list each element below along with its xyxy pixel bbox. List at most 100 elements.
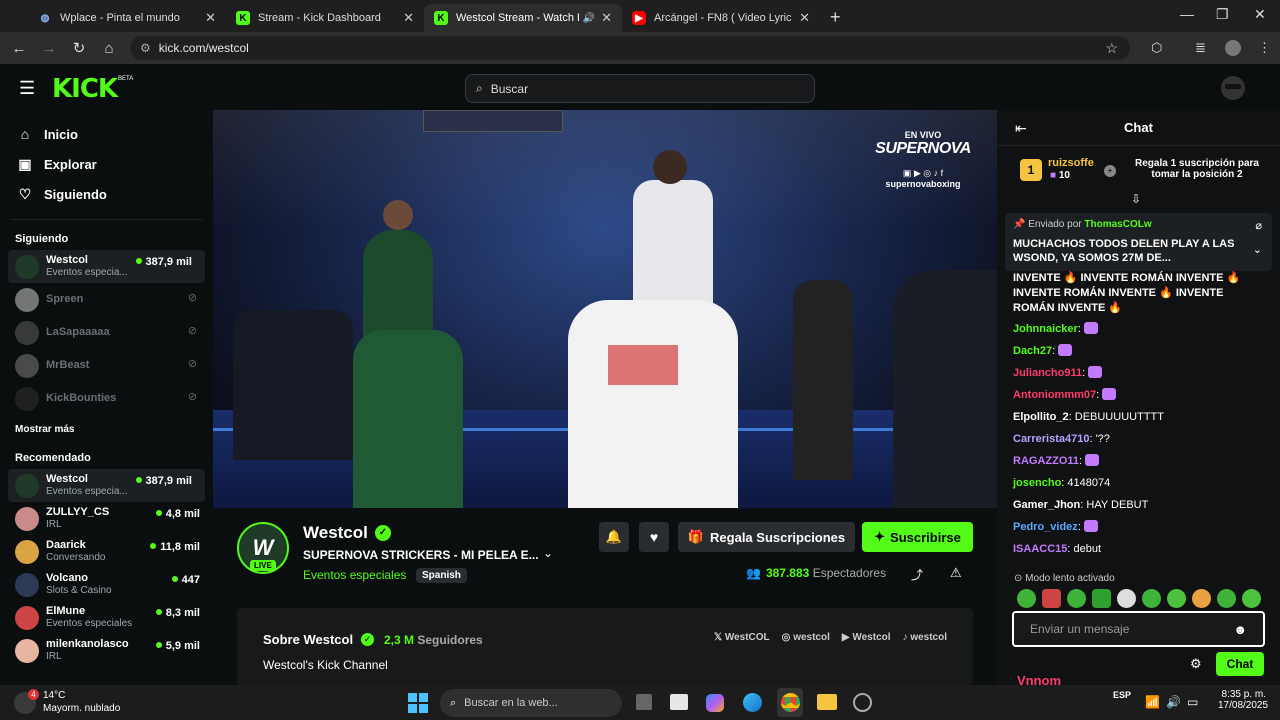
task-view-icon[interactable] — [636, 694, 652, 710]
chat-username[interactable]: Gamer_Jhon — [1013, 499, 1080, 511]
volume-icon[interactable]: 🔊 — [1166, 695, 1181, 709]
store-icon[interactable] — [670, 694, 688, 710]
chat-username[interactable]: Antoniommm07 — [1013, 389, 1096, 401]
leader-name[interactable]: ruizsoffe — [1048, 157, 1094, 169]
sidebar-channel-volcano[interactable]: Volcano Slots & Casino 447 — [0, 568, 213, 601]
emote-icon[interactable] — [1142, 589, 1161, 608]
back-icon[interactable]: ← — [4, 40, 34, 57]
search-input[interactable]: ⌕ Buscar — [465, 74, 815, 103]
home-icon[interactable]: ⌂ — [94, 40, 124, 57]
sidebar-item-siguiendo[interactable]: ♡ Siguiendo — [0, 179, 213, 209]
share-icon[interactable]: ⤴ — [911, 566, 923, 583]
chevron-down-icon[interactable]: ⌄ — [1253, 243, 1262, 256]
chat-username[interactable]: Johnnaicker — [1013, 323, 1078, 335]
speaker-icon[interactable]: 🔊 — [583, 13, 595, 24]
video-player[interactable]: EN VIVO SUPERNOVA ▣ ▶ ◎ ♪ f supernovabox… — [213, 110, 997, 508]
media-controls-icon[interactable]: ≣ — [1195, 40, 1206, 56]
emote-icon[interactable] — [1092, 589, 1111, 608]
minimize-button[interactable]: — — [1180, 6, 1194, 22]
show-more-link[interactable]: Mostrar más — [0, 419, 213, 441]
gift-subs-button[interactable]: 🎁 Regala Suscripciones — [678, 522, 855, 552]
close-tab-icon[interactable]: ✕ — [601, 10, 612, 26]
emote-icon[interactable] — [1017, 589, 1036, 608]
taskbar-search[interactable]: ⌕ Buscar en la web... — [440, 689, 622, 717]
profile-avatar[interactable] — [1225, 40, 1241, 56]
edge-icon[interactable] — [743, 693, 762, 712]
site-info-icon[interactable]: ⚙ — [140, 41, 151, 55]
chrome-icon[interactable] — [781, 693, 800, 712]
chevron-down-icon[interactable]: ⇩ — [1131, 192, 1141, 206]
maximize-button[interactable]: ❐ — [1216, 6, 1229, 23]
kick-logo[interactable]: KICK — [52, 74, 118, 104]
sidebar-channel-kickbounties[interactable]: KickBounties ⊘ — [0, 382, 213, 415]
unpin-icon[interactable]: ⌀ — [1255, 219, 1262, 232]
chat-input[interactable]: Enviar un mensaje ☻ — [1012, 611, 1265, 647]
emote-icon[interactable] — [1192, 589, 1211, 608]
chat-username[interactable]: RAGAZZO11 — [1013, 455, 1079, 467]
chat-username[interactable]: Dach27 — [1013, 345, 1052, 357]
emote-icon[interactable] — [1242, 589, 1261, 608]
chevron-down-icon[interactable]: ⌄ — [543, 546, 553, 560]
subscribe-button[interactable]: ✦ Suscribirse — [862, 522, 973, 552]
close-tab-icon[interactable]: ✕ — [205, 10, 216, 26]
chat-username[interactable]: Pedro_videz — [1013, 521, 1078, 533]
sidebar-item-explorar[interactable]: ▣ Explorar — [0, 149, 213, 179]
menu-dots-icon[interactable]: ⋮ — [1258, 40, 1271, 56]
address-bar[interactable]: ⚙ kick.com/westcol ☆ — [130, 36, 1130, 60]
emoji-icon[interactable]: ☻ — [1233, 622, 1247, 637]
sidebar-channel-elmune[interactable]: ElMune Eventos especiales 8,3 mil — [0, 601, 213, 634]
forward-icon[interactable]: → — [34, 40, 64, 57]
sidebar-channel-westcol[interactable]: Westcol Eventos especia... 387,9 mil — [8, 250, 205, 283]
sidebar-channel-westcol[interactable]: Westcol Eventos especia... 387,9 mil — [8, 469, 205, 502]
emote-icon[interactable] — [1167, 589, 1186, 608]
category-link[interactable]: Eventos especiales — [303, 568, 406, 582]
battery-icon[interactable]: ▭ — [1187, 695, 1198, 709]
social-link-instagram[interactable]: ◎ westcol — [782, 632, 830, 643]
language-tag[interactable]: Spanish — [416, 568, 467, 583]
new-tab-button[interactable]: + — [830, 7, 841, 28]
send-chat-button[interactable]: Chat — [1216, 652, 1264, 676]
copilot-icon[interactable] — [706, 694, 724, 712]
sidebar-channel-spreen[interactable]: Spreen ⊘ — [0, 283, 213, 316]
user-avatar[interactable] — [1221, 76, 1245, 100]
tab-wplace[interactable]: ◍ Wplace - Pinta el mundo ✕ — [28, 4, 226, 32]
emote-icon[interactable] — [1217, 589, 1236, 608]
social-link-tiktok[interactable]: ♪ westcol — [903, 632, 947, 643]
sidebar-channel-milenkanolasco[interactable]: milenkanolasco IRL 5,9 mil — [0, 634, 213, 667]
extensions-icon[interactable]: ⬡ — [1151, 40, 1162, 56]
settings-app-icon[interactable] — [853, 693, 872, 712]
emote-icon[interactable] — [1042, 589, 1061, 608]
close-window-button[interactable]: ✕ — [1254, 6, 1266, 23]
sidebar-channel-daarick[interactable]: Daarick Conversando 11,8 mil — [0, 535, 213, 568]
report-warning-icon[interactable]: ⚠ — [950, 565, 962, 581]
sidebar-channel-mrbeast[interactable]: MrBeast ⊘ — [0, 349, 213, 382]
chat-username[interactable]: Elpollito_2 — [1013, 411, 1069, 423]
chat-username[interactable]: Carrerista4710 — [1013, 433, 1089, 445]
chat-username[interactable]: ISAACC15 — [1013, 543, 1067, 555]
chat-username[interactable]: josencho — [1013, 477, 1061, 489]
settings-gear-icon[interactable]: ⚙ — [1190, 656, 1202, 672]
hamburger-menu-icon[interactable]: ☰ — [19, 78, 35, 99]
tab-kick-dashboard[interactable]: K Stream - Kick Dashboard ✕ — [226, 4, 424, 32]
gift-promo[interactable]: Regala 1 suscripción para tomar la posic… — [1121, 158, 1273, 180]
close-tab-icon[interactable]: ✕ — [403, 10, 414, 26]
tab-westcol-stream[interactable]: KWestcol Stream - Watch Live🔊✕ — [424, 4, 622, 32]
bookmark-star-icon[interactable]: ☆ — [1105, 40, 1118, 57]
clock[interactable]: 8:35 p. m. 17/08/2025 — [1218, 689, 1268, 711]
close-tab-icon[interactable]: ✕ — [799, 10, 810, 26]
tab-youtube[interactable]: ▶ Arcángel - FN8 ( Video Lyric ) - ✕ — [622, 4, 820, 32]
social-link-youtube[interactable]: ▶ Westcol — [842, 632, 891, 643]
emote-icon[interactable] — [1117, 589, 1136, 608]
chat-username[interactable]: Juliancho911 — [1013, 367, 1082, 379]
follow-heart-button[interactable]: ♥ — [639, 522, 669, 552]
notification-bell-button[interactable]: 🔔 — [599, 522, 629, 552]
emote-icon[interactable] — [1067, 589, 1086, 608]
windows-start-icon[interactable] — [408, 693, 428, 713]
file-explorer-icon[interactable] — [817, 694, 837, 710]
sidebar-item-inicio[interactable]: ⌂ Inicio — [0, 119, 213, 149]
reload-icon[interactable]: ↻ — [64, 39, 94, 57]
sidebar-channel-lasapaaaaa[interactable]: LaSapaaaaa ⊘ — [0, 316, 213, 349]
wifi-icon[interactable]: 📶 — [1145, 695, 1160, 709]
social-link-x[interactable]: 𝕏 WestCOL — [714, 632, 770, 643]
channel-name[interactable]: Westcol — [303, 523, 368, 543]
